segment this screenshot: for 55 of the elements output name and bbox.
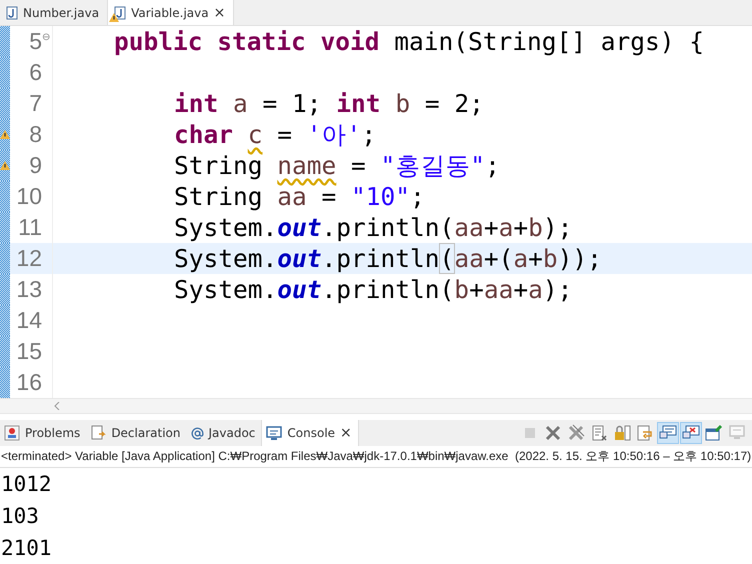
ruler-strip [0, 212, 10, 243]
code-line: String aa = "10"; [174, 182, 425, 211]
console-output-line: 103 [1, 504, 39, 528]
line-number: 6 [28, 61, 42, 84]
ruler-strip [0, 243, 10, 274]
console-output-line: 2101 [1, 536, 52, 560]
problems-icon [4, 425, 20, 441]
line-number: 8 [28, 123, 42, 146]
line-number: 14 [15, 309, 42, 332]
fold-icon[interactable]: ⊖ [42, 32, 50, 43]
panel-tab[interactable]: Javadoc [186, 420, 262, 446]
ruler-strip [0, 181, 10, 212]
ruler-strip [0, 88, 10, 119]
scroll-left-icon[interactable] [54, 402, 60, 410]
ruler-strip [0, 305, 10, 336]
at-sign-icon [190, 426, 204, 440]
line-number: 11 [17, 216, 42, 239]
code-line: System.out.println(aa+a+b); [174, 213, 572, 242]
java-file-icon [6, 6, 18, 20]
line-number: 12 [15, 247, 42, 270]
panel-tab[interactable]: Declaration [86, 420, 186, 446]
warning-marker-icon [0, 161, 10, 170]
console-output-line: 1012 [1, 472, 52, 496]
close-icon[interactable]: × [214, 4, 226, 20]
editor-tab[interactable]: Variable.java × [107, 0, 234, 25]
line-number: 15 [15, 340, 42, 363]
ruler-strip [0, 57, 10, 88]
code-line: int a = 1; int b = 2; [174, 89, 484, 118]
warning-marker-icon [0, 130, 10, 139]
ruler-strip [0, 336, 10, 367]
line-number: 7 [28, 92, 42, 115]
line-number: 5 [28, 30, 42, 53]
line-number: 13 [15, 278, 42, 301]
document-arrow-icon [90, 425, 106, 441]
code-line: public static void main(String[] args) { [114, 27, 704, 56]
code-line: System.out.println(b+aa+a); [174, 275, 572, 304]
line-number: 9 [28, 154, 42, 177]
panel-tab[interactable]: Problems [0, 420, 86, 446]
panel-tab[interactable]: Console × [261, 420, 359, 446]
line-number: 16 [15, 371, 42, 394]
ruler-strip [0, 274, 10, 305]
close-icon[interactable]: × [340, 425, 352, 441]
ruler-strip [0, 26, 10, 57]
console-output-icon[interactable] [657, 422, 679, 444]
line-number: 10 [15, 185, 42, 208]
code-line: char c = '아'; [174, 119, 376, 151]
console-icon [266, 425, 282, 441]
code-line: System.out.println(aa+(a+b)); [174, 244, 602, 273]
warning-icon [109, 12, 120, 22]
code-line: String name = "홍길동"; [174, 150, 500, 182]
editor-tab[interactable]: Number.java [0, 0, 108, 25]
ruler-strip [0, 367, 10, 398]
java-file-icon [114, 6, 126, 20]
console-status: <terminated> Variable [Java Application] C:₩Program Files₩Java₩jdk-17.0.1₩bin₩javaw.exe (2022. 5. 15. 오후 10:50:16 – 오후 10:50:17) [0, 446, 752, 468]
console-error-icon[interactable] [680, 422, 702, 444]
